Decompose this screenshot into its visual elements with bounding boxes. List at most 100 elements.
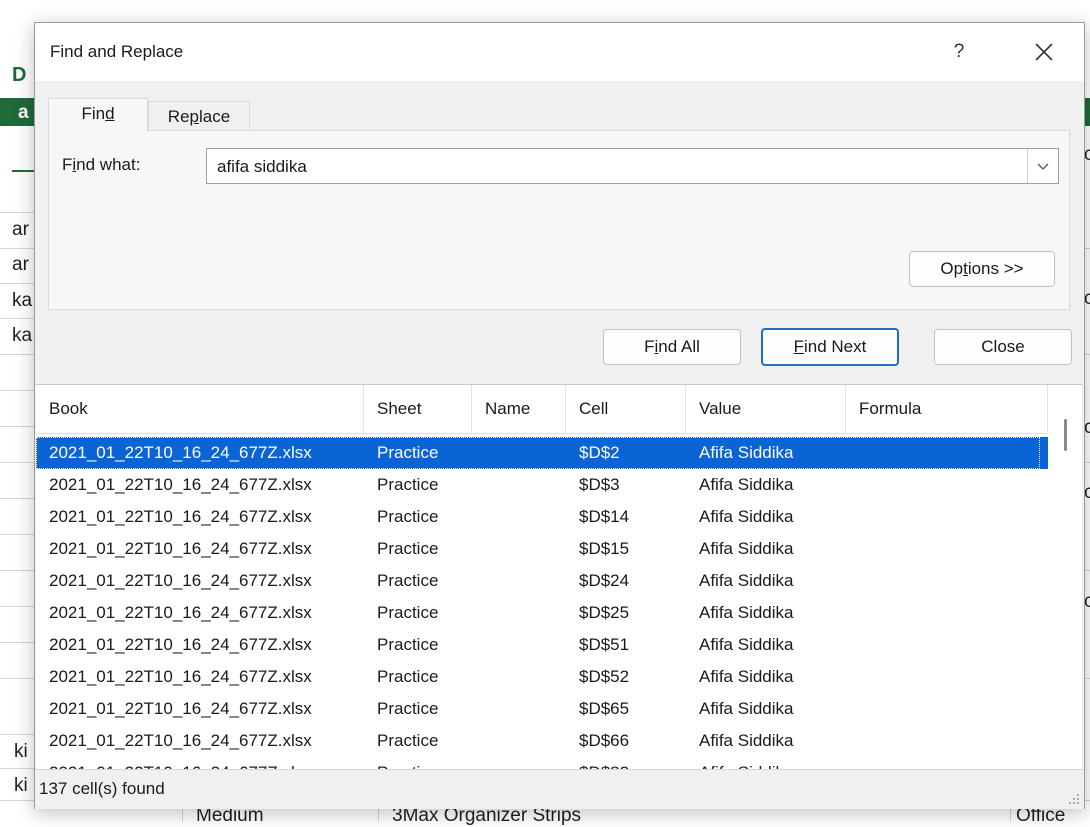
cell-book: 2021_01_22T10_16_24_677Z.xlsx	[49, 475, 312, 494]
options-button[interactable]: Options >>	[909, 251, 1055, 287]
selected-tab-underline	[12, 170, 34, 172]
close-button-label: Close	[981, 337, 1025, 356]
dialog-title: Find and Replace	[50, 42, 184, 61]
results-scrollbar[interactable]	[1048, 385, 1082, 770]
table-row[interactable]: 2021_01_22T10_16_24_677Z.xlsx Practice $D$…	[36, 629, 1048, 661]
title-bar[interactable]: Find and Replace ?	[35, 23, 1084, 81]
cell-cell: $D$24	[579, 571, 630, 590]
cell-book: 2021_01_22T10_16_24_677Z.xlsx	[49, 731, 312, 750]
cell-name	[485, 597, 575, 629]
cell-cell: $D$65	[579, 699, 630, 718]
column-header-name[interactable]: Name	[472, 385, 566, 433]
cell-sheet: Practice	[377, 571, 439, 590]
find-replace-dialog: Find and Replace ? Find Replace Find wha…	[34, 22, 1085, 809]
cell-formula	[859, 693, 1044, 725]
cell-name	[485, 661, 575, 693]
cell-name	[485, 629, 575, 661]
find-what-dropdown-button[interactable]	[1027, 149, 1058, 183]
resize-grip-icon[interactable]	[1068, 793, 1080, 805]
cell-cell: $D$25	[579, 603, 630, 622]
cell-value: Afifa Siddika	[699, 475, 794, 494]
results-list[interactable]: Book Sheet Name Cell Value Formula 2021_…	[36, 384, 1082, 770]
table-row[interactable]: 2021_01_22T10_16_24_677Z.xlsx Practice $D$…	[36, 597, 1048, 629]
cell-value: Afifa Siddika	[699, 731, 794, 750]
find-next-button[interactable]: Find Next	[761, 328, 899, 366]
table-row[interactable]: 2021_01_22T10_16_24_677Z.xlsx Practice $D$…	[36, 501, 1048, 533]
close-window-button[interactable]	[1024, 35, 1064, 69]
column-header-formula[interactable]: Formula	[846, 385, 1048, 433]
cell-formula	[859, 533, 1044, 565]
bg-cell-fragment: D	[12, 64, 27, 86]
cell-book: 2021_01_22T10_16_24_677Z.xlsx	[49, 539, 312, 558]
cell-sheet: Practice	[377, 603, 439, 622]
cell-value: Afifa Siddika	[699, 507, 794, 526]
results-count: 137 cell(s) found	[39, 779, 165, 798]
column-header-book[interactable]: Book	[36, 385, 364, 433]
cell-sheet: Practice	[377, 539, 439, 558]
find-what-label: Find what:	[62, 155, 141, 174]
cell-name	[485, 565, 575, 597]
cell-cell: $D$52	[579, 667, 630, 686]
help-icon: ?	[953, 41, 965, 62]
find-what-combobox[interactable]	[206, 148, 1059, 184]
cell-sheet: Practice	[377, 475, 439, 494]
cell-value: Afifa Siddika	[699, 635, 794, 654]
status-bar: 137 cell(s) found	[35, 769, 1084, 809]
cell-name	[485, 437, 575, 469]
cell-cell: $D$3	[579, 475, 620, 494]
cell-name	[485, 469, 575, 501]
results-rows: 2021_01_22T10_16_24_677Z.xlsx Practice $D$…	[36, 437, 1048, 770]
cell-sheet: Practice	[377, 507, 439, 526]
cell-name	[485, 693, 575, 725]
column-header-sheet[interactable]: Sheet	[364, 385, 472, 433]
cell-sheet: Practice	[377, 667, 439, 686]
cell-value: Afifa Siddika	[699, 699, 794, 718]
table-row[interactable]: 2021_01_22T10_16_24_677Z.xlsx Practice $D$…	[36, 565, 1048, 597]
cell-formula	[859, 565, 1044, 597]
cell-name	[485, 725, 575, 757]
bg-cell-fragment: ki	[14, 741, 28, 762]
tab-find-label: Find	[81, 104, 115, 123]
cell-cell: $D$15	[579, 539, 630, 558]
column-header-value[interactable]: Value	[686, 385, 846, 433]
table-row[interactable]: 2021_01_22T10_16_24_677Z.xlsx Practice $D$…	[36, 725, 1048, 757]
table-row[interactable]: 2021_01_22T10_16_24_677Z.xlsx Practice $D$…	[36, 437, 1048, 469]
cell-value: Afifa Siddika	[699, 571, 794, 590]
cell-value: Afifa Siddika	[699, 443, 794, 462]
table-row[interactable]: 2021_01_22T10_16_24_677Z.xlsx Practice $D$…	[36, 469, 1048, 501]
cell-sheet: Practice	[377, 731, 439, 750]
cell-formula	[859, 725, 1044, 757]
bg-cell-fragment: ar	[12, 254, 29, 275]
cell-formula	[859, 437, 1044, 469]
bg-cell-fragment: ki	[14, 775, 28, 796]
find-all-button[interactable]: Find All	[603, 329, 741, 365]
find-all-button-label: Find All	[644, 337, 700, 356]
options-button-label: Options >>	[940, 259, 1024, 278]
table-row[interactable]: 2021_01_22T10_16_24_677Z.xlsx Practice $D$…	[36, 661, 1048, 693]
find-next-button-label: Find Next	[793, 337, 867, 356]
cell-book: 2021_01_22T10_16_24_677Z.xlsx	[49, 699, 312, 718]
cell-formula	[859, 661, 1044, 693]
column-header-cell[interactable]: Cell	[566, 385, 686, 433]
cell-formula	[859, 501, 1044, 533]
bg-cell-fragment: ar	[12, 219, 29, 240]
cell-cell: $D$66	[579, 731, 630, 750]
cell-formula	[859, 629, 1044, 661]
tab-replace[interactable]: Replace	[148, 101, 250, 132]
cell-formula	[859, 469, 1044, 501]
bg-cell-fragment: ka	[12, 290, 33, 311]
cell-value: Afifa Siddika	[699, 539, 794, 558]
cell-book: 2021_01_22T10_16_24_677Z.xlsx	[49, 507, 312, 526]
cell-book: 2021_01_22T10_16_24_677Z.xlsx	[49, 603, 312, 622]
results-header: Book Sheet Name Cell Value Formula	[36, 385, 1048, 434]
table-row[interactable]: 2021_01_22T10_16_24_677Z.xlsx Practice $D$…	[36, 533, 1048, 565]
table-row[interactable]: 2021_01_22T10_16_24_677Z.xlsx Practice $D$…	[36, 693, 1048, 725]
tab-find[interactable]: Find	[48, 98, 148, 132]
find-what-input[interactable]	[215, 155, 1019, 179]
cell-book: 2021_01_22T10_16_24_677Z.xlsx	[49, 443, 312, 462]
scrollbar-thumb[interactable]	[1064, 419, 1067, 451]
close-button[interactable]: Close	[934, 329, 1072, 365]
cell-formula	[859, 597, 1044, 629]
cell-name	[485, 501, 575, 533]
help-button[interactable]: ?	[941, 35, 977, 69]
